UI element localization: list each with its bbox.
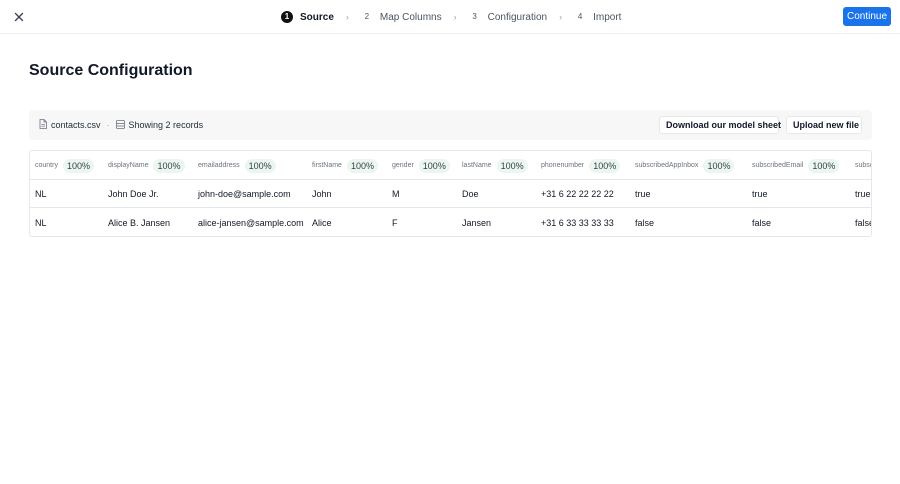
match-percentage-badge: 100%	[244, 158, 276, 173]
step-configuration[interactable]: 3 Configuration	[469, 11, 547, 23]
column-name: subscribedAppInbox	[635, 162, 699, 169]
file-icon	[39, 119, 51, 131]
column-header[interactable]: subsc	[855, 151, 872, 180]
column-header[interactable]: country 100%	[35, 151, 94, 180]
table-cell[interactable]: Doe	[462, 180, 479, 208]
chevron-right-icon: ›	[453, 12, 457, 22]
step-map-columns[interactable]: 2 Map Columns	[361, 11, 442, 23]
download-model-sheet-button[interactable]: Download our model sheet	[659, 116, 781, 134]
column-header[interactable]: phonenumber 100%	[541, 151, 621, 180]
table-cell[interactable]: false	[855, 209, 871, 236]
table-row: NL Alice B. Jansen alice-jansen@sample.c…	[30, 209, 871, 236]
column-header[interactable]: displayName 100%	[108, 151, 185, 180]
import-stepper: 1 Source › 2 Map Columns › 3 Configurati…	[281, 10, 621, 24]
match-percentage-badge: 100%	[62, 158, 94, 173]
table-cell[interactable]: NL	[35, 180, 47, 208]
step-label: Source	[300, 11, 334, 23]
records-count: Showing 2 records	[128, 120, 204, 130]
table-cell[interactable]: false	[752, 209, 771, 236]
continue-button[interactable]: Continue	[843, 7, 891, 26]
match-percentage-badge: 100%	[418, 158, 450, 173]
table-cell[interactable]: +31 6 33 33 33 33	[541, 209, 614, 236]
column-name: subsc	[855, 162, 872, 169]
step-source[interactable]: 1 Source	[281, 11, 334, 23]
separator-dot: ·	[106, 120, 110, 130]
table-cell[interactable]: John	[312, 180, 332, 208]
column-header[interactable]: firstName 100%	[312, 151, 378, 180]
column-name: emailaddress	[198, 162, 240, 169]
close-icon[interactable]	[12, 10, 26, 24]
upload-new-file-button[interactable]: Upload new file	[786, 116, 862, 134]
table-cell[interactable]: John Doe Jr.	[108, 180, 159, 208]
step-number: 4	[577, 12, 583, 21]
table-cell[interactable]: alice-jansen@sample.com	[198, 209, 304, 236]
file-name: contacts.csv	[51, 120, 101, 130]
match-percentage-badge: 100%	[703, 158, 735, 173]
column-name: phonenumber	[541, 162, 585, 169]
table-cell[interactable]: true	[855, 180, 871, 208]
column-name: displayName	[108, 162, 149, 169]
match-percentage-badge: 100%	[808, 158, 840, 173]
step-number: 2	[364, 12, 370, 21]
step-label: Map Columns	[379, 11, 442, 23]
table-icon	[115, 119, 129, 131]
column-name: gender	[392, 162, 414, 169]
table-cell[interactable]: Jansen	[462, 209, 491, 236]
match-percentage-badge: 100%	[153, 158, 185, 173]
step-number: 1	[281, 11, 293, 23]
table-cell[interactable]: F	[392, 209, 398, 236]
column-header[interactable]: subscribedEmail 100%	[752, 151, 840, 180]
column-name: country	[35, 162, 58, 169]
table-cell[interactable]: false	[635, 209, 654, 236]
source-info-bar: contacts.csv · Showing 2 records Downloa…	[29, 110, 872, 140]
table-cell[interactable]: NL	[35, 209, 47, 236]
table-row: NL John Doe Jr. john-doe@sample.com John…	[30, 180, 871, 208]
table-cell[interactable]: true	[752, 180, 768, 208]
column-header[interactable]: emailaddress 100%	[198, 151, 276, 180]
chevron-right-icon: ›	[345, 12, 349, 22]
step-label: Import	[593, 11, 622, 23]
table-cell[interactable]: Alice B. Jansen	[108, 209, 170, 236]
chevron-right-icon: ›	[559, 12, 563, 22]
match-percentage-badge: 100%	[496, 158, 528, 173]
table-cell[interactable]: true	[635, 180, 651, 208]
column-header[interactable]: subscribedAppInbox 100%	[635, 151, 735, 180]
column-header[interactable]: gender 100%	[392, 151, 450, 180]
step-number: 3	[472, 12, 477, 21]
column-name: lastName	[462, 162, 492, 169]
match-percentage-badge: 100%	[589, 158, 621, 173]
page-title: Source Configuration	[29, 62, 193, 79]
match-percentage-badge: 100%	[346, 158, 378, 173]
step-import[interactable]: 4 Import	[574, 11, 622, 23]
preview-table[interactable]: country 100% displayName 100% emailaddress…	[29, 150, 872, 237]
table-header-row: country 100% displayName 100% emailaddress…	[30, 151, 872, 180]
step-label: Configuration	[487, 11, 548, 23]
table-cell[interactable]: M	[392, 180, 400, 208]
column-header[interactable]: lastName 100%	[462, 151, 528, 180]
column-name: subscribedEmail	[752, 162, 804, 169]
table-cell[interactable]: +31 6 22 22 22 22	[541, 180, 614, 208]
column-name: firstName	[312, 162, 342, 169]
table-cell[interactable]: john-doe@sample.com	[198, 180, 291, 208]
top-bar: 1 Source › 2 Map Columns › 3 Configurati…	[0, 0, 900, 34]
file-info: contacts.csv · Showing 2 records	[39, 119, 203, 131]
table-cell[interactable]: Alice	[312, 209, 332, 236]
